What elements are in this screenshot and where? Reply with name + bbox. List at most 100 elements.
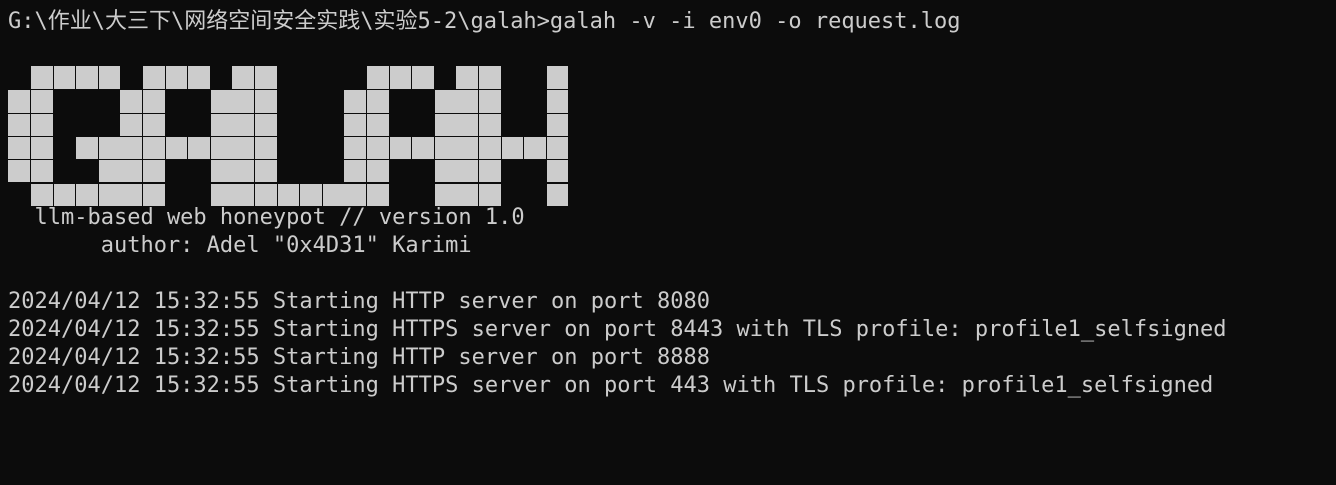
banner-block [545,66,568,90]
banner-block [456,89,479,113]
banner-block [388,135,412,160]
tagline-text: llm-based web honeypot // version 1.0 [8,205,525,230]
banner-block [456,135,479,160]
banner-block [142,66,165,90]
banner-block [75,135,98,160]
banner-block [545,182,568,206]
banner-block [164,66,188,90]
command-prompt-line: G:\作业\大三下\网络空间安全实践\实验5-2\galah>galah -v … [8,9,961,34]
log-line-3: 2024/04/12 15:32:55 Starting HTTP server… [8,345,710,370]
banner-block [30,159,53,183]
banner-block [500,135,524,160]
banner-block [456,66,479,90]
log-line-2: 2024/04/12 15:32:55 Starting HTTPS serve… [8,317,1227,342]
banner-block [8,159,31,183]
banner-block [120,89,143,113]
banner-block [209,135,232,160]
banner-block [254,135,277,160]
banner-block [142,135,165,160]
banner-block [75,66,98,90]
banner-block [478,135,501,160]
banner-block [411,66,434,90]
banner-block [97,66,120,90]
banner-block [142,89,165,113]
banner-block [8,135,31,160]
banner-block [30,66,53,90]
banner-block [456,182,479,206]
banner-block [344,112,367,136]
banner-block [299,182,322,206]
log-line-4: 2024/04/12 15:32:55 Starting HTTPS serve… [8,373,1214,398]
banner-block [120,159,143,183]
banner-block [232,159,255,183]
terminal-window[interactable]: G:\作业\大三下\网络空间安全实践\实验5-2\galah>galah -v … [0,0,1336,485]
banner-block [209,182,232,206]
banner-block [366,89,389,113]
banner-block [523,135,546,160]
banner-block [232,66,255,90]
banner-block [120,135,143,160]
banner-block [164,135,188,160]
banner-block [344,182,367,206]
banner-block [142,112,165,136]
banner-block [209,89,232,113]
banner-block [232,89,255,113]
banner-block [142,182,165,206]
banner-block [456,159,479,183]
banner-block [120,112,143,136]
banner-block [75,182,98,206]
banner-block [52,66,76,90]
banner-block [344,89,367,113]
banner-block [366,135,389,160]
banner-block [276,182,300,206]
banner-block [433,135,456,160]
banner-block [545,159,568,183]
banner-block [433,159,456,183]
banner-block [545,89,568,113]
banner-block [344,135,367,160]
banner-block [187,66,210,90]
banner-block [120,182,143,206]
banner-block [254,112,277,136]
banner-block [344,159,367,183]
banner-block [97,182,120,206]
banner-block [456,112,479,136]
banner-block [366,182,389,206]
banner-block [232,135,255,160]
banner-block [366,66,389,90]
galah-ascii-banner: GALAH [8,66,568,206]
banner-block [254,182,277,206]
banner-block [411,135,434,160]
banner-block [478,66,501,90]
banner-block [142,159,165,183]
banner-block [254,159,277,183]
banner-block [232,182,255,206]
banner-block [366,159,389,183]
banner-block [478,112,501,136]
banner-block [97,159,120,183]
banner-block [321,182,344,206]
banner-block [254,89,277,113]
banner-text: GALAH [8,66,9,67]
banner-block [232,112,255,136]
banner-block [254,66,277,90]
banner-block [187,135,210,160]
banner-block [30,112,53,136]
banner-block [433,89,456,113]
banner-block [478,159,501,183]
banner-block [209,159,232,183]
banner-block [545,112,568,136]
banner-block [30,182,53,206]
banner-block [8,112,31,136]
banner-block [433,112,456,136]
banner-block [209,112,232,136]
banner-block [478,89,501,113]
banner-block [433,182,456,206]
banner-block [8,89,31,113]
banner-block [97,135,120,160]
banner-block [545,135,568,160]
banner-block [30,135,53,160]
banner-block [52,182,76,206]
banner-block [478,182,501,206]
log-line-1: 2024/04/12 15:32:55 Starting HTTP server… [8,289,710,314]
